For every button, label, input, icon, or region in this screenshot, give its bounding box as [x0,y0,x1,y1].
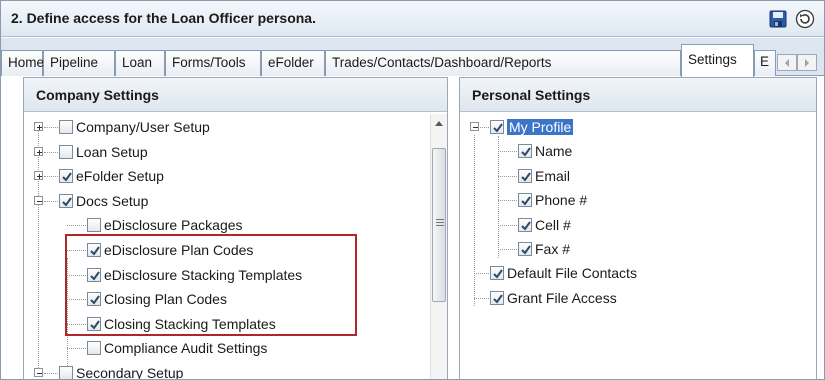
personal-settings-item-grant-file-access[interactable]: Grant File Access [490,287,617,309]
collapse-icon[interactable] [34,368,43,377]
personal-settings-item-cell[interactable]: Cell # [518,214,571,236]
chevron-right-icon [805,59,809,67]
tree-connector [44,176,58,178]
tree-connector [498,136,499,258]
personal-settings-item-phone[interactable]: Phone # [518,189,587,211]
tab-forms-tools[interactable]: Forms/Tools [165,50,261,76]
personal-settings-item-label: Phone # [535,192,588,209]
tree-connector [498,200,517,202]
company-settings-item-label: Secondary Setup [76,365,184,380]
company-settings-item-efolder-setup[interactable]: eFolder Setup [59,165,164,187]
tab-efolder[interactable]: eFolder [261,50,325,76]
refresh-icon[interactable] [795,9,815,29]
expand-icon[interactable] [34,122,43,131]
tab-bar: Home Pipeline Loan Forms/Tools eFolder T… [1,38,824,77]
checkbox-checked[interactable] [518,193,532,208]
tab-loan[interactable]: Loan [115,50,165,76]
tab-trades-contacts-dashboard-reports[interactable]: Trades/Contacts/Dashboard/Reports [325,50,681,76]
checkbox-unchecked[interactable] [59,120,73,134]
tab-pipeline[interactable]: Pipeline [43,50,115,76]
tree-connector [498,175,517,177]
checkbox-unchecked[interactable] [87,218,101,233]
personal-settings-header: Personal Settings [460,78,816,112]
chevron-left-icon [785,59,789,67]
checkbox-checked[interactable] [518,242,532,256]
company-settings-item-loan-setup[interactable]: Loan Setup [59,141,148,163]
tree-connector [498,151,517,153]
checkbox-checked[interactable] [518,217,532,232]
company-settings-item-docs-setup[interactable]: Docs Setup [59,190,148,212]
scroll-up-icon[interactable] [435,120,443,126]
personal-settings-item-label: Cell # [535,216,571,233]
company-settings-item-label: Company/User Setup [76,119,210,135]
tab-scroll-left-button[interactable] [777,54,797,71]
company-settings-item-label: Compliance Audit Settings [104,340,268,357]
persona-settings-window: 2. Define access for the Loan Officer pe… [0,0,825,380]
highlight-box [65,234,357,336]
collapse-icon[interactable] [34,195,43,205]
company-settings-item-label: Docs Setup [76,192,149,209]
tab-home[interactable]: Home [1,50,44,76]
title-bar: 2. Define access for the Loan Officer pe… [1,1,824,37]
personal-settings-item-fax[interactable]: Fax # [518,238,570,260]
personal-settings-item-default-file-contacts[interactable]: Default File Contacts [490,262,637,284]
tree-connector [474,135,475,306]
tree-connector [67,348,86,350]
company-settings-item-label: Loan Setup [76,143,148,160]
tree-connector [38,123,39,368]
tree-connector [67,225,86,227]
tree-connector [498,224,517,226]
company-settings-item-company-user-setup[interactable]: Company/User Setup [59,116,210,138]
personal-settings-panel: Personal Settings My Profile Name Email Pho… [459,77,817,379]
window-title: 2. Define access for the Loan Officer pe… [11,10,316,26]
company-settings-item-label: eDisclosure Packages [104,217,243,234]
tree-connector [474,273,489,275]
expand-icon[interactable] [34,171,43,181]
checkbox-checked[interactable] [518,168,532,183]
personal-settings-item-label: Grant File Access [507,289,617,306]
tab-scroll-right-button[interactable] [797,54,817,71]
tab-scroll-arrows [777,54,817,71]
company-settings-item-secondary-setup[interactable]: Secondary Setup [59,362,184,380]
checkbox-unchecked[interactable] [59,366,73,379]
tab-truncated[interactable]: E [754,50,776,76]
checkbox-unchecked[interactable] [87,341,101,356]
personal-settings-item-name[interactable]: Name [518,140,572,162]
checkbox-checked[interactable] [518,144,532,159]
personal-settings-item-label: Name [535,143,573,160]
personal-settings-item-label: Fax # [535,241,571,257]
tree-connector [44,200,58,202]
personal-settings-item-label: Email [535,167,571,184]
tree-connector [480,127,489,128]
grip-icon [436,219,444,226]
tab-settings[interactable]: Settings [681,44,754,77]
checkbox-checked[interactable] [490,120,504,134]
scrollbar-thumb[interactable] [432,148,446,302]
checkbox-checked[interactable] [490,290,504,305]
tree-connector [44,127,58,128]
checkbox-unchecked[interactable] [59,144,73,159]
tree-connector [44,151,58,153]
tree-connector [474,297,489,299]
personal-settings-item-label: My Profile [507,119,574,135]
checkbox-checked[interactable] [59,193,73,208]
tree-connector [498,249,517,250]
tree-connector [44,373,58,374]
personal-settings-item-label: Default File Contacts [507,265,637,282]
save-icon[interactable] [769,10,787,28]
checkbox-checked[interactable] [490,266,504,281]
collapse-icon[interactable] [470,122,479,131]
company-settings-item-label: eFolder Setup [76,168,164,185]
personal-settings-item-email[interactable]: Email [518,165,570,187]
company-settings-header: Company Settings [24,78,447,112]
company-settings-item-compliance-audit-settings[interactable]: Compliance Audit Settings [87,337,267,359]
checkbox-checked[interactable] [59,169,73,184]
personal-settings-item-my-profile[interactable]: My Profile [490,116,574,138]
expand-icon[interactable] [34,146,43,156]
company-settings-scrollbar[interactable] [430,114,447,379]
